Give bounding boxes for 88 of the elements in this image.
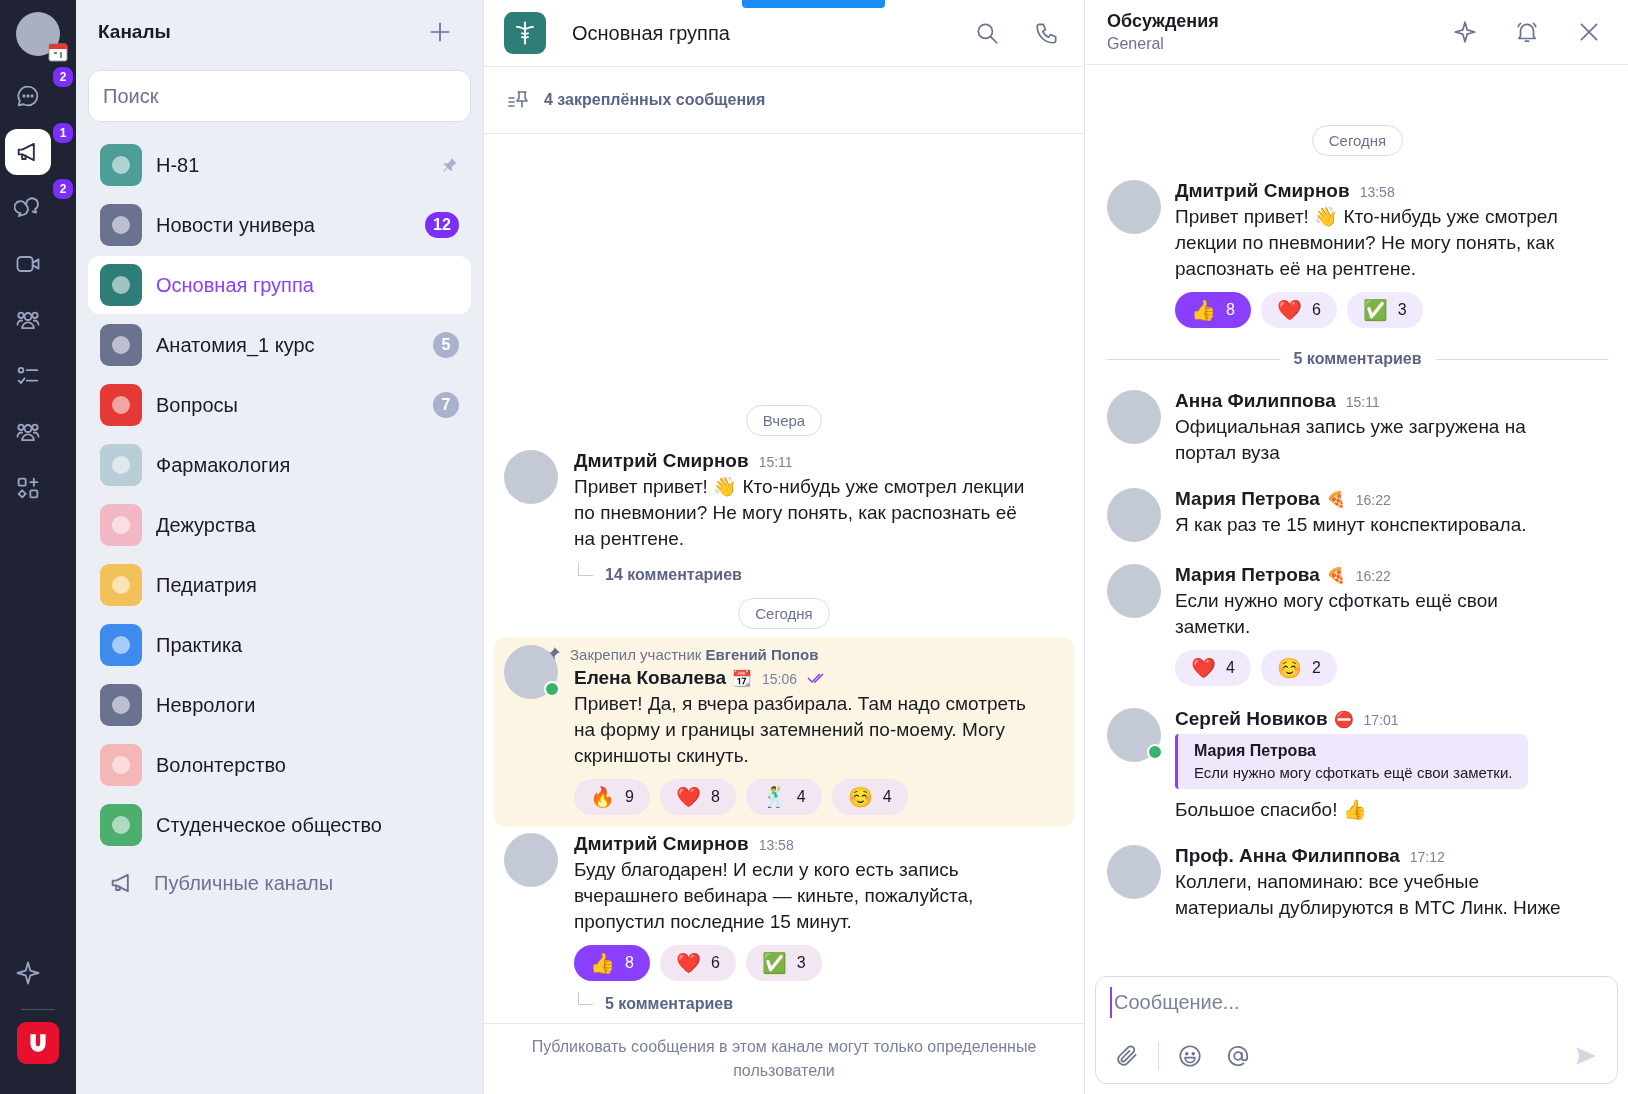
author-name[interactable]: Анна Филиппова [1175,390,1336,412]
author-name[interactable]: Сергей Новиков [1175,708,1328,730]
author-name[interactable]: Дмитрий Смирнов [574,450,749,472]
search-icon [974,20,1000,46]
message-time: 16:22 [1355,492,1391,508]
message-time: 15:11 [758,454,793,470]
reaction-button[interactable]: 🔥 9 [574,779,650,815]
author-name[interactable]: Дмитрий Смирнов [1175,180,1350,202]
message-time: 13:58 [758,837,794,853]
sparkle-icon [14,959,42,987]
read-only-notice: Публиковать сообщения в этом канале могут только определенные пользователи [530,1037,1038,1081]
message-composer[interactable]: Сообщение... [1095,976,1618,1084]
reaction-button[interactable]: 👍 8 [1175,292,1251,328]
comments-link[interactable]: 5 комментариев [605,995,733,1013]
panel-title: Каналы [98,21,171,43]
status-emoji: ⛔ [1333,710,1354,729]
author-name[interactable]: Проф. Анна Филиппова [1175,845,1400,867]
panel-title: Обсуждения [1107,11,1220,32]
pinned-messages-bar[interactable]: 4 закреплённых сообщения [484,67,1084,134]
drag-handle[interactable] [742,0,885,8]
unread-badge: 2 [51,65,75,89]
channel-item[interactable]: Педиатрия [88,556,471,614]
author-name[interactable]: Дмитрий Смирнов [574,833,749,855]
user-avatar[interactable] [16,12,60,56]
message-text: Большое спасибо! 👍 [1175,798,1368,822]
calendar-icon [48,42,68,62]
bell-icon [1514,19,1540,45]
message-text: Я как раз те 15 минут конспектировала. [1175,513,1528,537]
channel-avatar [504,12,546,54]
quoted-message[interactable]: Мария Петрова Если нужно могу сфоткать ещё свои заметки. [1175,734,1529,789]
reaction-button[interactable]: ❤ 8 [659,779,736,815]
author-name[interactable]: Елена Ковалева [574,667,726,689]
reaction-button[interactable]: ✅ 3 [745,945,822,981]
channel-item[interactable]: Н-81 [88,136,471,194]
status-emoji: 🍕 [1325,566,1346,585]
phone-icon [1034,20,1060,46]
reaction-button[interactable]: ❤ 6 [659,945,736,981]
status-emoji: 🍕 [1325,490,1346,509]
reaction-button[interactable]: 👍 8 [574,945,650,981]
message-time: 13:58 [1359,184,1395,200]
unread-badge: 7 [433,392,459,418]
message-text: Буду благодарен! И если у кого есть запись вчерашнего вебинара — киньте, пожалуйста, пропустил последние 15 минут. [574,858,975,934]
channel-item[interactable]: Вопросы 7 [88,376,471,434]
reaction-button[interactable]: ☺ 4 [831,779,908,815]
message-time: 17:01 [1363,712,1399,728]
reaction-button[interactable]: ✅ 3 [1346,292,1423,328]
message-text: Привет! Да, я вчера разбирала. Там надо смотреть на форму и границы затемнений по-моему. Могу скриншоты скинуть. [574,692,1028,768]
message-text: Привет привет! 👋 Кто-нибудь уже смотрел лекции по пневмонии? Не могу понять, как распознать её на рентгене. [574,475,1026,551]
unread-badge: 12 [425,212,459,238]
channel-title: Основная группа [572,21,731,45]
app-logo[interactable] [17,1022,59,1064]
smiley-icon [1177,1043,1203,1069]
reaction-button[interactable]: 🕺 4 [745,779,822,815]
message-time: 15:06 [761,671,797,687]
message-text: Привет привет! 👋 Кто-нибудь уже смотрел лекции по пневмонии? Не могу понять, как распознать её на рентгене. [1175,205,1559,281]
channel-item[interactable]: Практика [88,616,471,674]
channel-item[interactable]: Дежурства [88,496,471,554]
comments-link[interactable]: 14 комментариев [605,566,742,584]
message-text: Официальная запись уже загружена на портал вуза [1175,415,1527,465]
sparkle-icon [1452,19,1478,45]
channel-item[interactable]: Волонтерство [88,736,471,794]
reaction-button[interactable]: ☺ 2 [1260,650,1337,686]
message-time: 15:11 [1345,394,1380,410]
nav-button[interactable] [5,129,51,175]
at-sign-icon [1225,1043,1251,1069]
reaction-button[interactable]: ❤ 4 [1175,650,1251,686]
author-name[interactable]: Мария Петрова [1175,564,1320,586]
unread-badge: 1 [51,121,75,145]
message-text: Коллеги, напоминаю: все учебные материалы дублируются в МТС Линк. Ниже [1175,870,1562,920]
message-time: 17:12 [1409,849,1445,865]
channel-item[interactable]: Фармакология [88,436,471,494]
reaction-button[interactable]: ❤ 6 [1260,292,1337,328]
channel-item[interactable]: Студенческое общество [88,796,471,854]
author-name[interactable]: Мария Петрова [1175,488,1320,510]
channel-item[interactable]: Неврологи [88,676,471,734]
pinned-by-note: Закрепил участник Евгений Попов [570,645,819,663]
public-channels-link[interactable]: Публичные каналы [88,854,471,912]
panel-subtitle: General [1107,35,1165,53]
status-emoji: 📆 [731,669,752,688]
search-field[interactable]: Поиск [88,70,471,122]
unread-badge: 5 [433,332,459,358]
unread-badge: 2 [51,177,75,201]
message-time: 16:22 [1355,568,1391,584]
comments-count: 5 комментариев [1293,350,1422,368]
channel-item[interactable]: Основная группа [88,256,471,314]
channel-item[interactable]: Новости универа 12 [88,196,471,254]
channel-item[interactable]: Анатомия_1 курс 5 [88,316,471,374]
message-text: Если нужно могу сфоткать ещё свои заметки. [1175,589,1499,639]
